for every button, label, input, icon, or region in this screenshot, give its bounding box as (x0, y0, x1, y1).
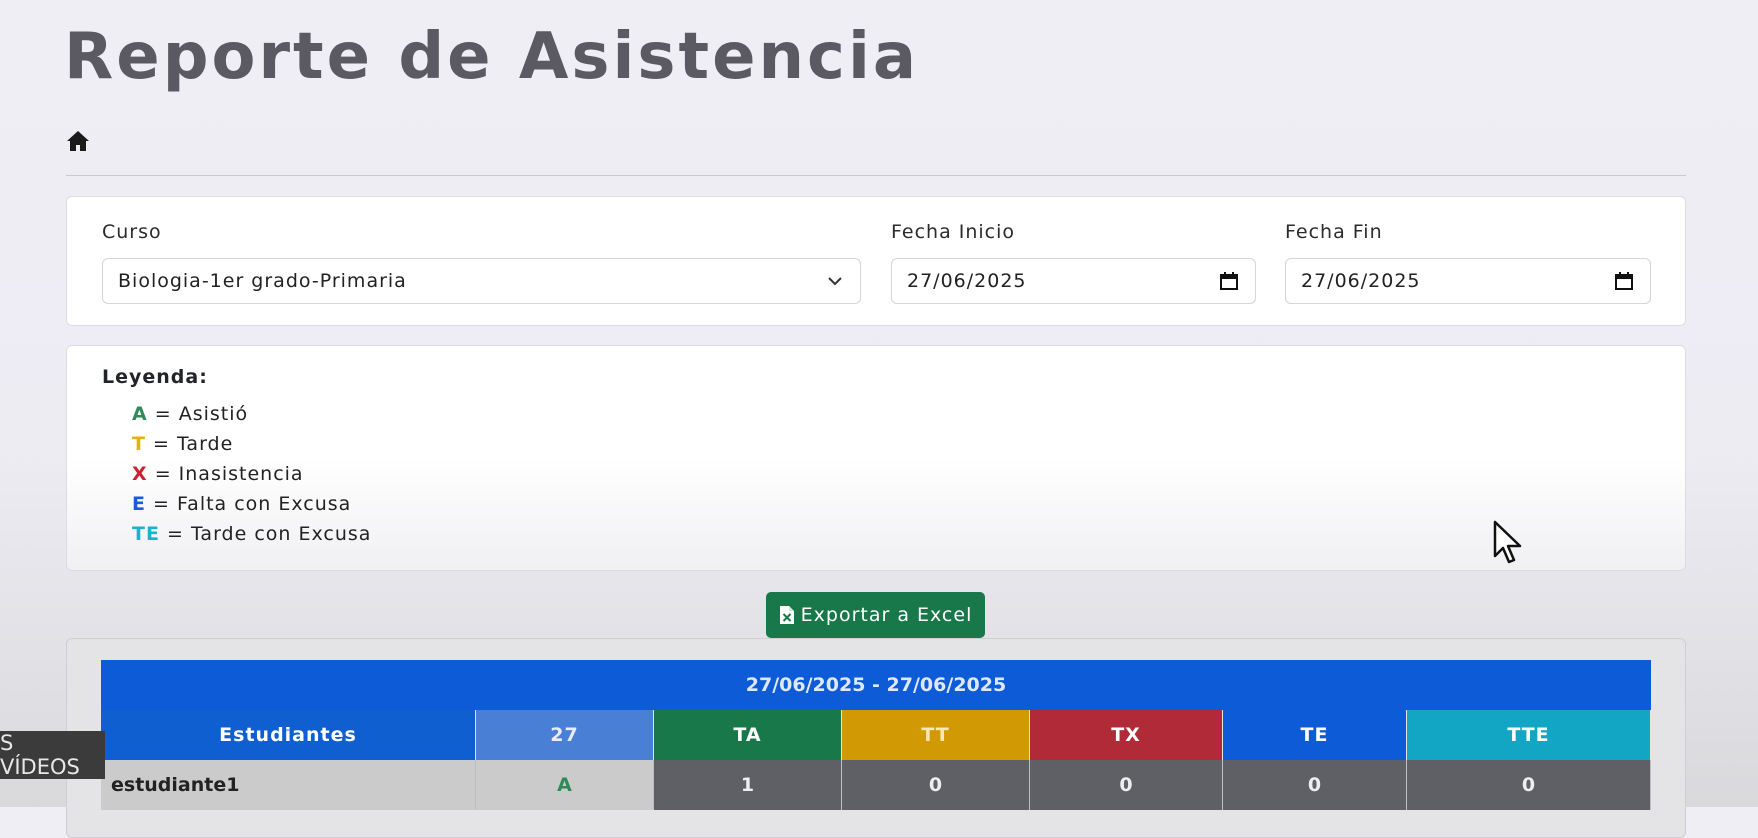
export-excel-label: Exportar a Excel (800, 604, 973, 626)
fecha-inicio-value: 27/06/2025 (907, 270, 1027, 292)
legend-text: = Tarde (153, 433, 234, 455)
fecha-inicio-input[interactable]: 27/06/2025 (891, 258, 1256, 304)
export-excel-button[interactable]: Exportar a Excel (766, 592, 985, 638)
legend-title: Leyenda: (102, 366, 208, 388)
header-day: 27 (476, 710, 654, 760)
header-tx: TX (1030, 710, 1223, 760)
count-te: 0 (1223, 760, 1407, 810)
legend-text: = Tarde con Excusa (167, 523, 372, 545)
count-ta: 1 (654, 760, 842, 810)
legend-item: A = Asistió (132, 403, 248, 425)
legend-code: X (132, 463, 148, 485)
file-excel-icon (779, 606, 794, 624)
header-students: Estudiantes (101, 710, 476, 760)
legend-code: T (132, 433, 146, 455)
day-status: A (476, 760, 654, 810)
legend-item: E = Falta con Excusa (132, 493, 351, 515)
legend-code: TE (132, 523, 160, 545)
calendar-icon[interactable] (1614, 271, 1634, 291)
legend-text: = Inasistencia (154, 463, 304, 485)
header-tte: TTE (1407, 710, 1651, 760)
legend-text: = Falta con Excusa (153, 493, 352, 515)
curso-label: Curso (102, 221, 162, 243)
curso-select[interactable]: Biologia-1er grado-Primaria (102, 258, 861, 304)
chevron-down-icon (828, 277, 842, 286)
fecha-inicio-label: Fecha Inicio (891, 221, 1016, 243)
header-tt: TT (842, 710, 1030, 760)
videos-overlay-button[interactable]: S VÍDEOS (0, 731, 105, 779)
mouse-cursor-icon (1493, 520, 1522, 564)
calendar-icon[interactable] (1219, 271, 1239, 291)
curso-select-value: Biologia-1er grado-Primaria (118, 270, 407, 292)
fecha-fin-value: 27/06/2025 (1301, 270, 1421, 292)
count-tt: 0 (842, 760, 1030, 810)
legend-card: Leyenda: A = Asistió T = Tarde X = Inasi… (66, 345, 1686, 571)
count-tx: 0 (1030, 760, 1223, 810)
legend-code: E (132, 493, 146, 515)
date-range-header: 27/06/2025 - 27/06/2025 (101, 660, 1651, 710)
legend-item: TE = Tarde con Excusa (132, 523, 371, 545)
legend-item: X = Inasistencia (132, 463, 304, 485)
header-ta: TA (654, 710, 842, 760)
home-icon[interactable] (66, 130, 90, 152)
legend-code: A (132, 403, 148, 425)
page-title: Reporte de Asistencia (64, 20, 920, 94)
filters-card: Curso Biologia-1er grado-Primaria Fecha … (66, 196, 1686, 326)
header-divider (66, 175, 1686, 176)
legend-text: = Asistió (154, 403, 249, 425)
fecha-fin-input[interactable]: 27/06/2025 (1285, 258, 1651, 304)
header-te: TE (1223, 710, 1407, 760)
fecha-fin-label: Fecha Fin (1285, 221, 1383, 243)
count-tte: 0 (1407, 760, 1651, 810)
student-name: estudiante1 (101, 760, 476, 810)
legend-item: T = Tarde (132, 433, 233, 455)
